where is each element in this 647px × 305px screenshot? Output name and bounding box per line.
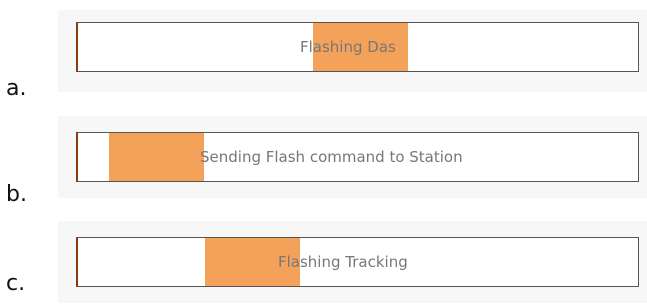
progress-status-text-b: Sending Flash command to Station bbox=[200, 148, 463, 166]
progress-bar-c: Flashing Tracking bbox=[76, 237, 639, 287]
item-label-c: c. bbox=[6, 271, 26, 296]
progress-bar-a: Flashing Das bbox=[76, 22, 639, 72]
item-label-b: b. bbox=[6, 182, 27, 207]
progress-bar-b: Sending Flash command to Station bbox=[76, 132, 639, 182]
progress-status-text-a: Flashing Das bbox=[300, 38, 396, 56]
item-label-a: a. bbox=[6, 76, 27, 101]
progress-segment-b bbox=[108, 133, 204, 181]
progress-status-text-c: Flashing Tracking bbox=[278, 253, 408, 271]
